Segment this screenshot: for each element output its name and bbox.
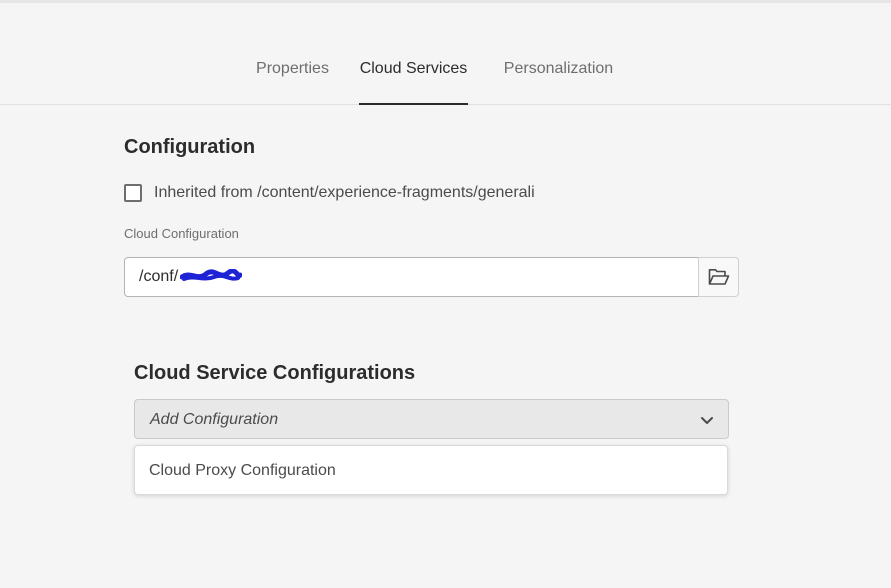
configuration-title: Configuration	[124, 136, 256, 158]
tab-bar: Properties Cloud Services Personalizatio…	[0, 0, 891, 105]
redaction-scribble	[180, 269, 242, 281]
tab-personalization[interactable]: Personalization	[503, 60, 614, 104]
configuration-dropdown-menu: Cloud Proxy Configuration	[134, 445, 728, 495]
option-cloud-proxy-configuration[interactable]: Cloud Proxy Configuration	[135, 446, 727, 494]
tab-properties[interactable]: Properties	[255, 60, 330, 104]
inherit-checkbox-label: Inherited from /content/experience-fragm…	[154, 184, 535, 201]
inherit-checkbox[interactable]	[124, 184, 142, 202]
tab-cloud-services[interactable]: Cloud Services	[359, 60, 468, 105]
folder-icon	[708, 269, 729, 285]
chevron-down-icon	[701, 417, 713, 424]
cloud-configuration-label: Cloud Configuration	[124, 226, 239, 241]
browse-button[interactable]	[698, 257, 739, 297]
add-configuration-select[interactable]: Add Configuration	[134, 399, 729, 439]
cloud-service-configurations-title: Cloud Service Configurations	[134, 362, 416, 384]
add-configuration-placeholder: Add Configuration	[150, 411, 279, 428]
